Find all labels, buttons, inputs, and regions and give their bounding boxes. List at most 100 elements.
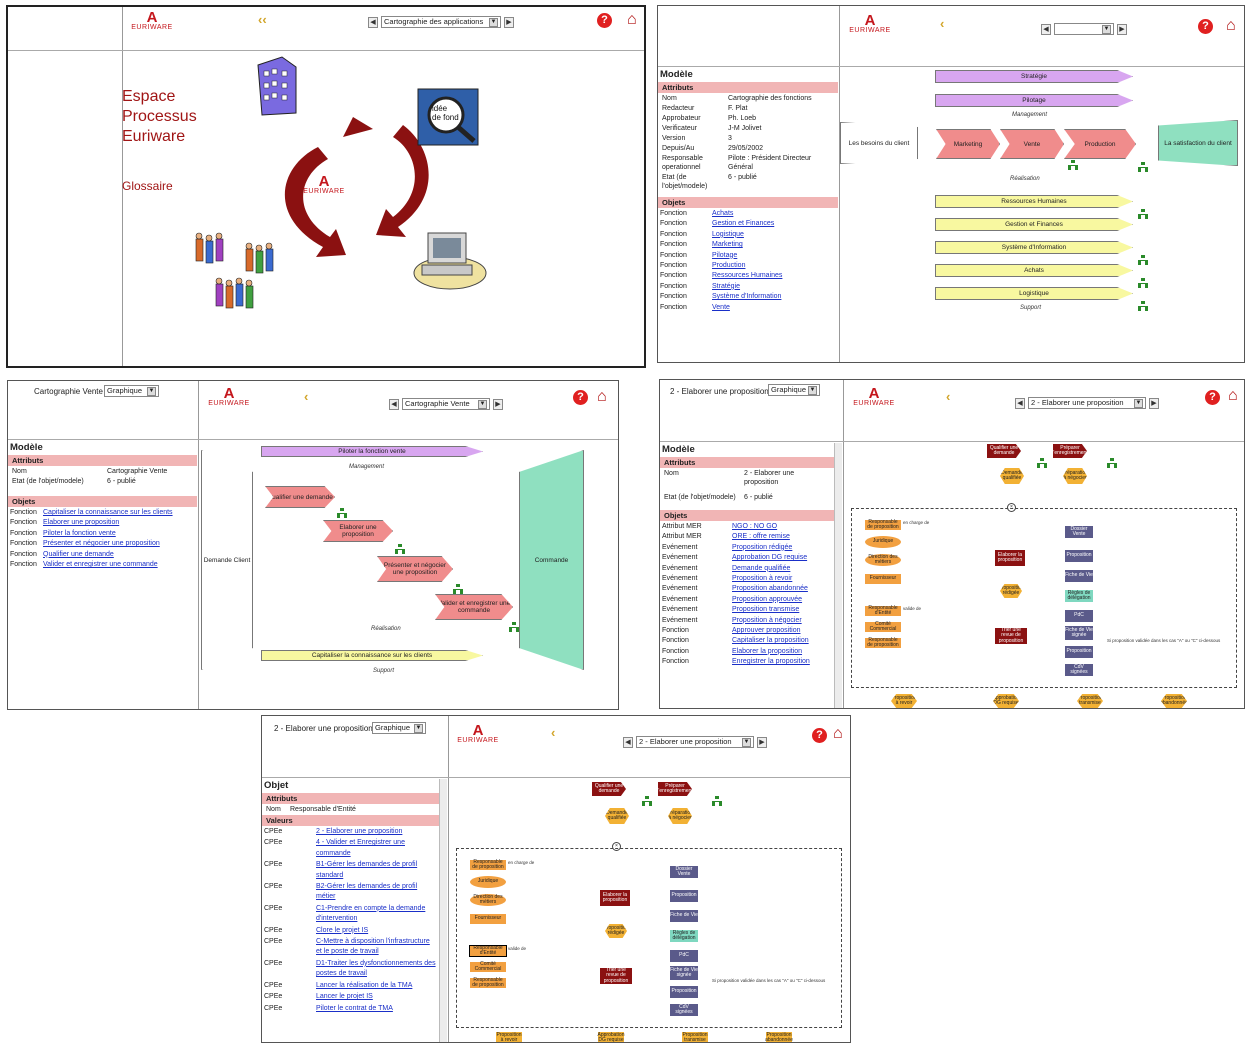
epc-role-comite[interactable]: Comité Commercial [470, 961, 506, 972]
object-row[interactable]: Attribut MER ORE : offre remise [660, 532, 834, 542]
epc-doc-dossier[interactable]: Dossier Vente [670, 866, 698, 878]
panel-scrollbar[interactable] [834, 443, 842, 708]
epc-doc-cgv[interactable]: CdV signées [1065, 664, 1093, 676]
function-logistique[interactable]: Logistique [935, 287, 1133, 300]
object-row[interactable]: Fonction Présenter et négocier une propos… [8, 539, 197, 549]
epc-doc-fichevie[interactable]: Fiche de Vie signée [670, 966, 698, 980]
object-row[interactable]: Fonction Stratégie [658, 282, 838, 292]
epc-doc-proposition2[interactable]: Proposition [1065, 646, 1093, 658]
glossaire-link[interactable]: Glossaire [122, 179, 173, 193]
epc-function-trier[interactable]: Trier une revue de proposition [995, 627, 1027, 644]
epc-role-juridique[interactable]: Juridique [865, 536, 901, 548]
object-row[interactable]: CPEe Lancer la réalisation de la TMA [262, 981, 439, 991]
epc-doc-dossier[interactable]: Dossier Vente [1065, 526, 1093, 538]
epc-doc-regles[interactable]: Règles de délégation [670, 930, 698, 942]
object-row[interactable]: CPEe C-Mettre à disposition l'infrastruct… [262, 937, 439, 958]
function-marketing[interactable]: Marketing [936, 129, 1000, 159]
epc-function-trier[interactable]: Trier une revue de proposition [600, 967, 632, 984]
next-model-button[interactable]: ▶ [1117, 23, 1127, 35]
epc-doc-regles[interactable]: Règles de délégation [1065, 590, 1093, 602]
epc-doc-fiche[interactable]: Fiche de Vie [670, 910, 698, 922]
epc-role-direction[interactable]: Direction des métiers [470, 894, 506, 906]
prev-model-button[interactable]: ◀ [368, 16, 378, 28]
epc-function-elaborer[interactable]: Elaborer la proposition [600, 890, 630, 906]
model-select[interactable]: 2 - Elaborer une proposition ▼ [636, 736, 754, 748]
object-row[interactable]: Fonction Capitaliser la connaissance sur … [8, 508, 197, 518]
object-row[interactable]: Fonction Enregistrer la proposition [660, 657, 834, 667]
object-row[interactable]: CPEe 2 - Elaborer une proposition [262, 827, 439, 837]
object-row[interactable]: Evénement Proposition approuvée [660, 595, 834, 605]
object-row[interactable]: Fonction Capitaliser la proposition [660, 636, 834, 646]
object-row[interactable]: Fonction Vente [658, 303, 838, 313]
epc-role-comite[interactable]: Comité Commercial [865, 621, 901, 632]
function-piloter-vente[interactable]: Piloter la fonction vente [261, 446, 483, 457]
epc-node-preparer[interactable]: Préparer l'enregistrement [1053, 444, 1087, 458]
output-commande[interactable]: Commande [519, 450, 584, 670]
prev-model-button[interactable]: ◀ [389, 398, 399, 410]
back-arrow-icon[interactable]: ‹ [304, 389, 308, 404]
epc-role-fournisseur[interactable]: Fournisseur [865, 574, 901, 584]
people-icon[interactable] [186, 229, 286, 324]
object-row[interactable]: CPEe B2-Gérer les demandes de profil méti… [262, 882, 439, 903]
epc-role-resp[interactable]: Responsable de proposition [865, 519, 901, 530]
function-valider[interactable]: Valider et enregistrer une commande [435, 594, 513, 620]
object-row[interactable]: Evénement Demande qualifiée [660, 564, 834, 574]
object-row[interactable]: Fonction Piloter la fonction vente [8, 529, 197, 539]
object-row[interactable]: Fonction Logistique [658, 230, 838, 240]
epc-role-resp-prop[interactable]: Responsable de proposition [865, 637, 901, 648]
epc-bottom-event[interactable]: Approbation DG requise [598, 1032, 624, 1042]
help-icon[interactable]: ? [573, 390, 588, 405]
prev-model-button[interactable]: ◀ [1041, 23, 1051, 35]
epc-doc-proposition[interactable]: Proposition [670, 890, 698, 902]
epc-role-resp-prop[interactable]: Responsable de proposition [470, 977, 506, 988]
next-model-button[interactable]: ▶ [504, 16, 514, 28]
next-model-button[interactable]: ▶ [493, 398, 503, 410]
epc-doc-cgv[interactable]: CdV signées [670, 1004, 698, 1016]
object-row[interactable]: CPEe D1-Traiter les dysfonctionnements de… [262, 959, 439, 980]
epc-doc-proposition[interactable]: Proposition [1065, 550, 1093, 562]
epc-role-direction[interactable]: Direction des métiers [865, 554, 901, 566]
function-rh[interactable]: Ressources Humaines [935, 195, 1133, 208]
function-achats[interactable]: Achats [935, 264, 1133, 277]
object-row[interactable]: Evénement Proposition transmise [660, 605, 834, 615]
help-icon[interactable]: ? [812, 728, 827, 743]
epc-role-resp[interactable]: Responsable de proposition [470, 859, 506, 870]
home-icon[interactable]: ⌂ [597, 389, 607, 405]
back-arrow-icon[interactable]: ‹ [940, 16, 944, 31]
view-select[interactable]: Graphique ▼ [372, 722, 426, 734]
epc-role-juridique[interactable]: Juridique [470, 876, 506, 888]
function-vente[interactable]: Vente [1000, 129, 1064, 159]
epc-event-redigee[interactable]: Proposition rédigée [605, 924, 627, 938]
computer-icon[interactable] [408, 229, 488, 293]
epc-doc-fichevie[interactable]: Fiche de Vie signée [1065, 626, 1093, 640]
model-select[interactable]: Cartographie Vente ▼ [402, 398, 490, 410]
model-select[interactable]: 2 - Elaborer une proposition ▼ [1028, 397, 1146, 409]
epc-event-redigee[interactable]: Proposition rédigée [1000, 584, 1022, 598]
object-row[interactable]: CPEe Lancer le projet IS [262, 992, 439, 1002]
home-icon[interactable]: ⌂ [833, 726, 843, 742]
epc-doc-fiche[interactable]: Fiche de Vie [1065, 570, 1093, 582]
object-row[interactable]: CPEe B1-Gérer les demandes de profil stan… [262, 860, 439, 881]
object-row[interactable]: Fonction Elaborer une proposition [8, 518, 197, 528]
object-row[interactable]: Fonction Elaborer la proposition [660, 647, 834, 657]
function-qualifier[interactable]: Qualifier une demande [265, 486, 335, 508]
epc-bottom-event[interactable]: Proposition abandonnée [765, 1032, 793, 1042]
epc-role-resp-entite[interactable]: Responsable d'Entité [865, 605, 901, 616]
object-row[interactable]: Fonction Marketing [658, 240, 838, 250]
object-row[interactable]: Evénement Approbation DG requise [660, 553, 834, 563]
epc-event-preparation[interactable]: Préparation à négocier [668, 808, 692, 824]
magnifier-icon[interactable]: idée de fond [416, 87, 480, 147]
object-row[interactable]: CPEe Clore le projet IS [262, 926, 439, 936]
epc-function-elaborer[interactable]: Elaborer la proposition [995, 550, 1025, 566]
object-row[interactable]: Fonction Valider et enregistrer une comma… [8, 560, 197, 570]
function-strategie[interactable]: Stratégie [935, 70, 1133, 83]
epc-bottom-event[interactable]: Proposition abandonnée [1161, 694, 1187, 708]
epc-role-resp-entite-selected[interactable]: Responsable d'Entité [469, 945, 507, 957]
function-elaborer[interactable]: Elaborer une proposition [323, 520, 393, 542]
epc-bottom-event[interactable]: Proposition transmise [682, 1032, 708, 1042]
epc-bottom-event[interactable]: Proposition transmise [1077, 694, 1103, 708]
object-row[interactable]: CPEe Piloter le contrat de TMA [262, 1004, 439, 1014]
prev-model-button[interactable]: ◀ [623, 736, 633, 748]
function-gestion[interactable]: Gestion et Finances [935, 218, 1133, 231]
function-pilotage[interactable]: Pilotage [935, 94, 1133, 107]
